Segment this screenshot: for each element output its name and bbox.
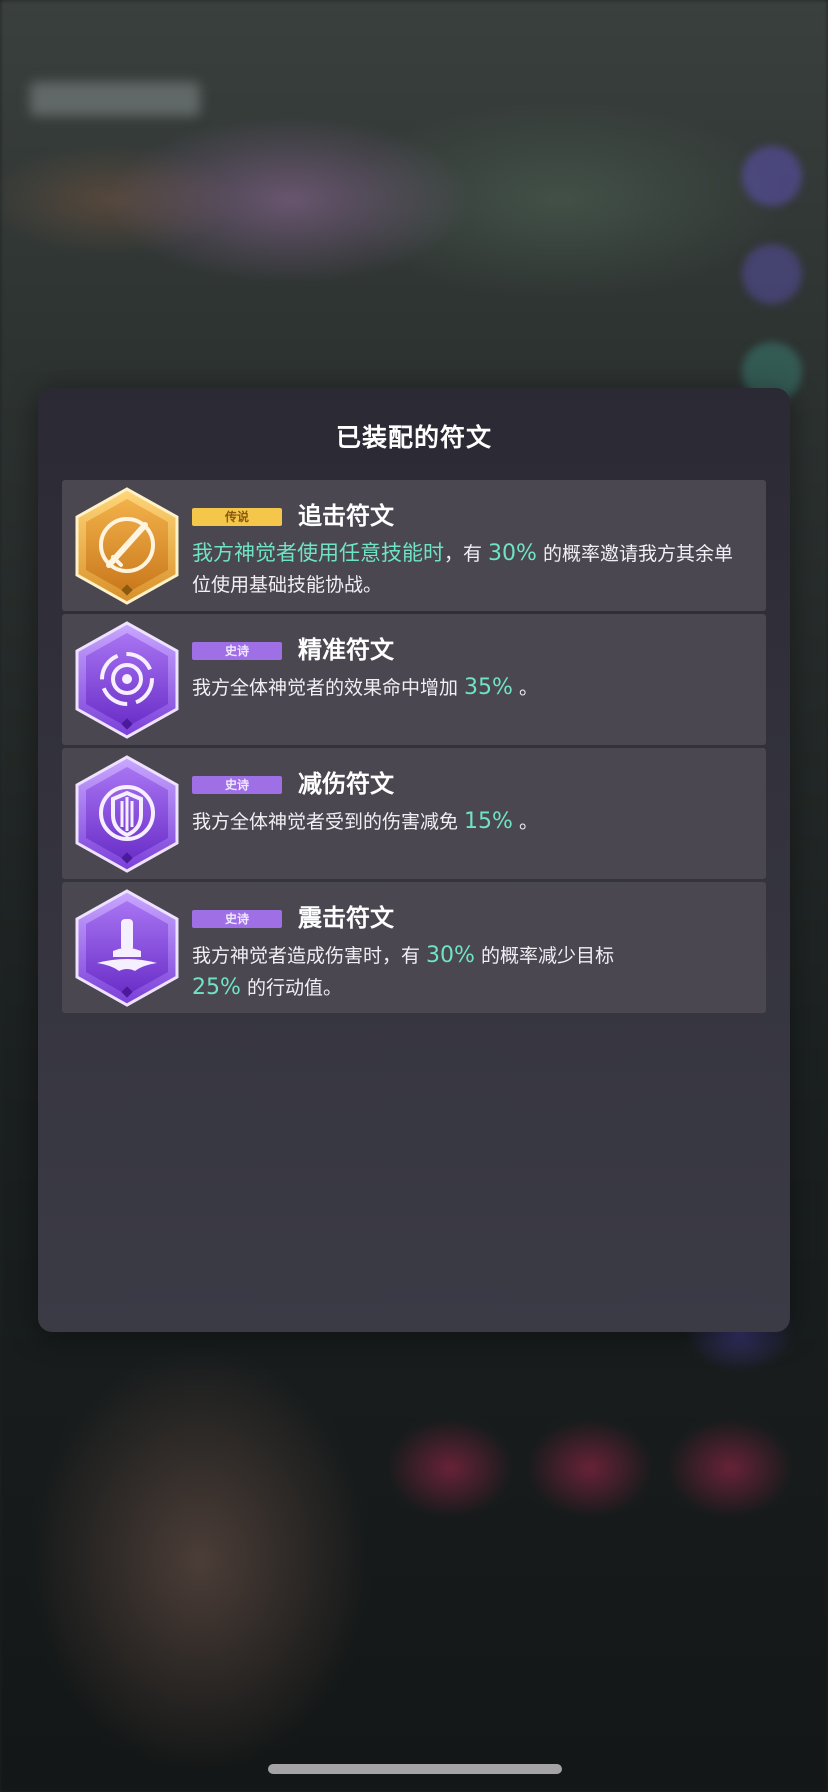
rune-name: 精准符文 [298, 636, 394, 664]
desc-text: 的概率减少目标 [474, 945, 614, 967]
target-icon [73, 621, 181, 739]
rune-name: 减伤符文 [298, 770, 394, 798]
rarity-badge-epic: 史诗 [192, 776, 282, 794]
rune-description: 我方全体神觉者的效果命中增加 35% 。 [192, 672, 747, 704]
blurred-side-button [742, 146, 802, 206]
rune-name: 震击符文 [298, 904, 394, 932]
blurred-side-button [742, 244, 802, 304]
rune-list: 传说 追击符文 我方神觉者使用任意技能时，有 30% 的概率邀请我方其余单位使用… [62, 480, 766, 1016]
rune-card-pursuit[interactable]: 传说 追击符文 我方神觉者使用任意技能时，有 30% 的概率邀请我方其余单位使用… [62, 480, 766, 611]
rune-description: 我方神觉者造成伤害时，有 30% 的概率减少目标 25% 的行动值。 [192, 940, 747, 1004]
shield-icon [73, 755, 181, 873]
highlight-value: 25% [192, 975, 241, 1000]
rarity-badge-legend: 传说 [192, 508, 282, 526]
rune-card-shock[interactable]: 史诗 震击符文 我方神觉者造成伤害时，有 30% 的概率减少目标 25% 的行动值… [62, 882, 766, 1013]
rarity-badge-epic: 史诗 [192, 910, 282, 928]
desc-text: 的行动值。 [240, 977, 342, 999]
highlight-text: 我方神觉者使用任意技能时 [192, 541, 444, 565]
equipped-runes-panel: 已装配的符文 传说 追击符文 我方神觉者使用任意技能时，有 30% 的概率邀请我… [38, 388, 790, 1332]
rune-description: 我方全体神觉者受到的伤害减免 15% 。 [192, 806, 747, 838]
rarity-badge-epic: 史诗 [192, 642, 282, 660]
rune-card-precision[interactable]: 史诗 精准符文 我方全体神觉者的效果命中增加 35% 。 [62, 614, 766, 745]
desc-text: 我方全体神觉者的效果命中增加 [192, 677, 465, 699]
highlight-value: 15% [464, 809, 513, 834]
desc-text: 我方全体神觉者受到的伤害减免 [192, 811, 465, 833]
blurred-header-bar [30, 82, 200, 116]
slash-strike-icon [73, 487, 181, 605]
panel-title: 已装配的符文 [335, 423, 492, 452]
highlight-value: 35% [464, 675, 513, 700]
ground-slam-icon [73, 889, 181, 1007]
desc-text: 我方神觉者造成伤害时，有 [192, 945, 427, 967]
desc-text: ，有 [444, 543, 489, 565]
home-indicator[interactable] [268, 1764, 562, 1774]
desc-text: 。 [512, 677, 538, 699]
rune-card-damage-reduction[interactable]: 史诗 减伤符文 我方全体神觉者受到的伤害减免 15% 。 [62, 748, 766, 879]
highlight-value: 30% [426, 943, 475, 968]
highlight-value: 30% [488, 541, 537, 566]
rune-name: 追击符文 [298, 502, 394, 530]
rune-description: 我方神觉者使用任意技能时，有 30% 的概率邀请我方其余单位使用基础技能协战。 [192, 538, 747, 601]
desc-text: 。 [512, 811, 538, 833]
